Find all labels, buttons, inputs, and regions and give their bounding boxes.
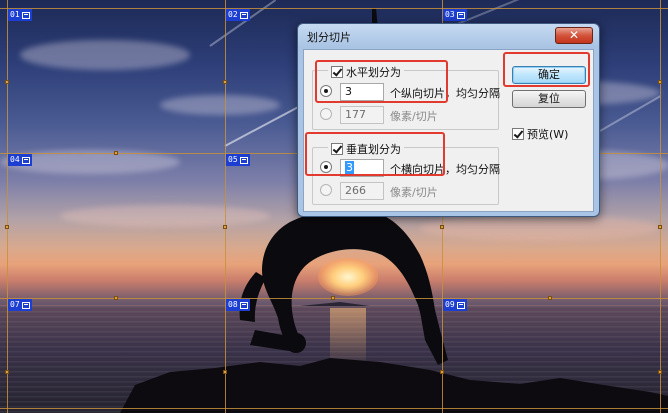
- slice-image-icon: [239, 301, 248, 309]
- slice-handle[interactable]: [114, 151, 118, 155]
- slice-image-icon: [21, 11, 30, 19]
- vertical-pixels-input[interactable]: 266: [340, 182, 384, 200]
- slice-handle[interactable]: [658, 370, 662, 374]
- slice-image-icon: [21, 301, 30, 309]
- slice-line-horizontal[interactable]: [0, 8, 668, 9]
- slice-line-vertical[interactable]: [660, 0, 661, 413]
- slice-handle[interactable]: [440, 225, 444, 229]
- slice-label-03[interactable]: 03: [443, 9, 467, 21]
- slice-image-icon: [239, 156, 248, 164]
- horizontal-pixels-suffix: 像素/切片: [390, 110, 438, 123]
- dialog-title: 划分切片: [307, 31, 351, 44]
- slice-image-icon: [456, 301, 465, 309]
- vertical-pixels-suffix: 像素/切片: [390, 186, 438, 199]
- slice-handle[interactable]: [440, 370, 444, 374]
- slice-number: 03: [445, 10, 455, 19]
- slice-handle[interactable]: [5, 225, 9, 229]
- horizontal-pixels-input[interactable]: 177: [340, 106, 384, 124]
- preview-checkbox-row[interactable]: 预览(W): [512, 126, 568, 142]
- highlight-box-vertical: [305, 132, 445, 176]
- slice-image-icon: [239, 11, 248, 19]
- reset-button[interactable]: 复位: [512, 90, 586, 108]
- preview-checkbox[interactable]: [512, 128, 524, 140]
- highlight-box-horizontal: [315, 60, 448, 103]
- slice-label-05[interactable]: 05: [226, 154, 250, 166]
- slice-handle[interactable]: [658, 225, 662, 229]
- slice-image-icon: [456, 11, 465, 19]
- slice-handle[interactable]: [223, 370, 227, 374]
- slice-handle[interactable]: [223, 80, 227, 84]
- slice-number: 02: [228, 10, 238, 19]
- slice-image-icon: [21, 156, 30, 164]
- slice-number: 01: [10, 10, 20, 19]
- slice-label-07[interactable]: 07: [8, 299, 32, 311]
- slice-line-vertical[interactable]: [225, 0, 226, 413]
- slice-handle[interactable]: [548, 296, 552, 300]
- slice-number: 07: [10, 300, 20, 309]
- slice-handle[interactable]: [5, 370, 9, 374]
- slice-number: 08: [228, 300, 238, 309]
- slice-line-vertical[interactable]: [7, 0, 8, 413]
- slice-number: 05: [228, 155, 238, 164]
- vertical-pixels-radio[interactable]: [320, 184, 332, 196]
- slice-label-09[interactable]: 09: [443, 299, 467, 311]
- slice-number: 04: [10, 155, 20, 164]
- slice-label-01[interactable]: 01: [8, 9, 32, 21]
- highlight-box-ok: [503, 52, 590, 87]
- slice-handle[interactable]: [114, 296, 118, 300]
- slice-label-02[interactable]: 02: [226, 9, 250, 21]
- close-icon: ✕: [568, 28, 580, 42]
- close-button[interactable]: ✕: [555, 27, 593, 44]
- slice-handle[interactable]: [331, 296, 335, 300]
- slice-handle[interactable]: [223, 225, 227, 229]
- preview-label: 预览(W): [527, 128, 569, 141]
- slice-line-horizontal[interactable]: [0, 408, 668, 409]
- slice-number: 09: [445, 300, 455, 309]
- slice-label-08[interactable]: 08: [226, 299, 250, 311]
- horizontal-pixels-radio[interactable]: [320, 108, 332, 120]
- slice-label-04[interactable]: 04: [8, 154, 32, 166]
- slice-handle[interactable]: [658, 80, 662, 84]
- slice-handle[interactable]: [5, 80, 9, 84]
- dialog-title-bar[interactable]: 划分切片 ✕: [298, 24, 599, 48]
